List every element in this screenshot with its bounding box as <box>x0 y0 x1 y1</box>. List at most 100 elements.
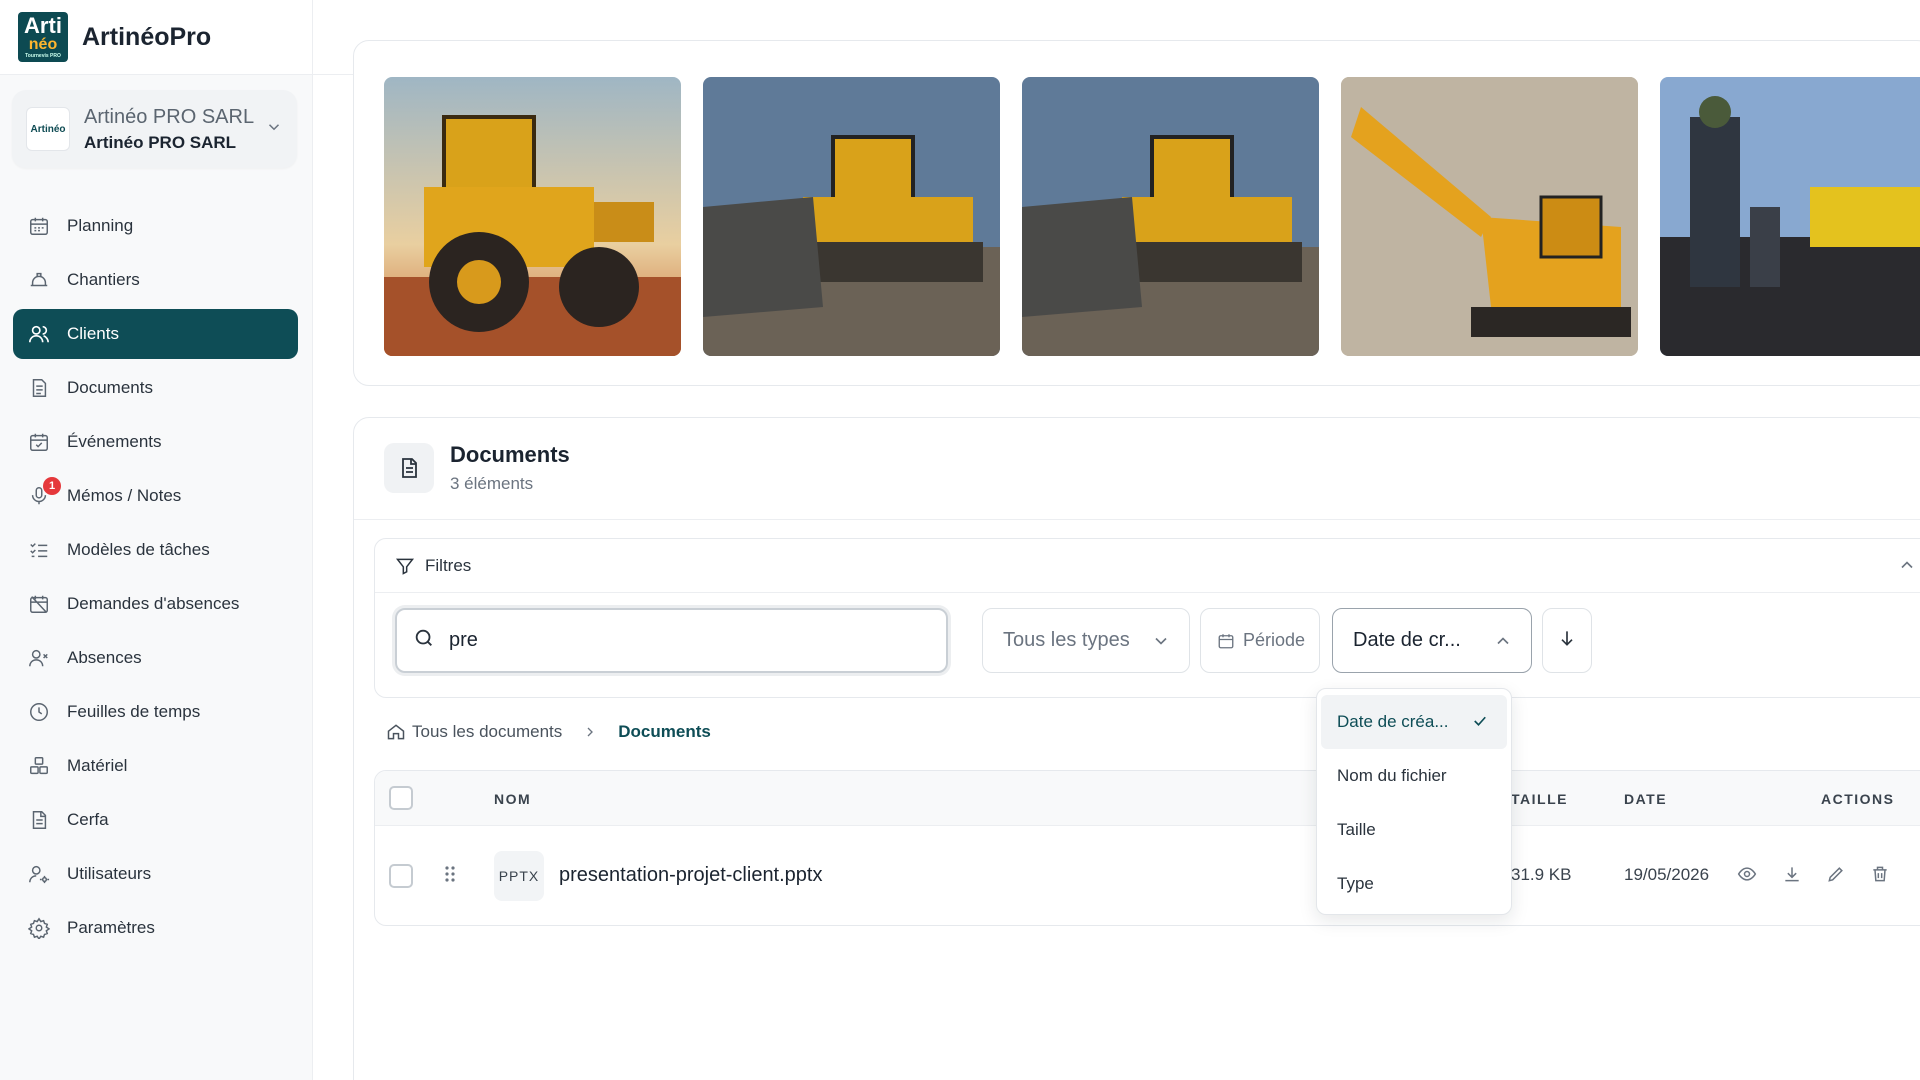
filters-panel: Filtres Tous les types Période Date de c… <box>374 538 1920 698</box>
chevron-up-icon[interactable] <box>1897 555 1917 580</box>
sidebar-item-evenements[interactable]: Événements <box>13 417 298 467</box>
documents-count: 3 éléments <box>450 474 534 493</box>
sort-dropdown-menu: Date de créa... Nom du fichier Taille Ty… <box>1316 688 1512 915</box>
sort-option-label: Nom du fichier <box>1337 766 1447 785</box>
documents-header: Documents 3 éléments <box>384 442 570 494</box>
clock-icon <box>27 700 51 724</box>
sidebar-item-utilisateurs[interactable]: Utilisateurs <box>13 849 298 899</box>
table-row[interactable]: PPTX presentation-projet-client.pptx 31.… <box>375 826 1920 925</box>
brand-header: Arti néo Tournevis PRO ArtinéoPro <box>0 0 312 75</box>
document-icon <box>384 443 434 493</box>
organization-logo: Artinéo <box>26 107 70 151</box>
organization-switcher[interactable]: Artinéo Artinéo PRO SARL Artinéo PRO SAR… <box>12 90 297 168</box>
organization-subname: Artinéo PRO SARL <box>84 132 237 152</box>
sort-select-value: Date de cr... <box>1353 629 1461 651</box>
gear-icon <box>27 916 51 940</box>
column-header-name[interactable]: NOM <box>494 791 531 807</box>
search-field[interactable] <box>395 608 948 673</box>
breadcrumb-root[interactable]: Tous les documents <box>412 722 562 742</box>
sort-option-label: Date de créa... <box>1337 712 1449 731</box>
document-icon <box>27 376 51 400</box>
sidebar: Arti néo Tournevis PRO ArtinéoPro Artiné… <box>0 0 313 1080</box>
column-header-actions: ACTIONS <box>1821 791 1895 807</box>
calendar-check-icon <box>27 430 51 454</box>
sidebar-item-parametres[interactable]: Paramètres <box>13 903 298 953</box>
chevron-up-icon <box>1493 631 1513 657</box>
sort-direction-button[interactable] <box>1542 608 1592 673</box>
file-name[interactable]: presentation-projet-client.pptx <box>559 864 822 887</box>
sort-option-label: Type <box>1337 874 1374 893</box>
column-header-size[interactable]: TAILLE <box>1511 791 1568 807</box>
app-logo[interactable]: Arti néo Tournevis PRO <box>18 12 68 62</box>
search-icon <box>413 627 435 654</box>
pencil-icon[interactable] <box>1824 862 1848 886</box>
sidebar-item-planning[interactable]: Planning <box>13 201 298 251</box>
row-checkbox[interactable] <box>389 864 413 888</box>
filters-label: Filtres <box>425 555 472 575</box>
drag-handle-icon[interactable] <box>443 864 457 884</box>
divider <box>354 519 1920 520</box>
photo-bulldozer-2[interactable] <box>1022 77 1319 356</box>
period-filter-label: Période <box>1243 630 1306 650</box>
hardhat-icon <box>27 268 51 292</box>
sort-option-type[interactable]: Type <box>1317 857 1511 911</box>
organization-name: Artinéo PRO SARL <box>84 105 255 128</box>
chevron-right-icon <box>582 724 598 740</box>
sidebar-item-demandes-absences[interactable]: Demandes d'absences <box>13 579 298 629</box>
sidebar-item-cerfa[interactable]: Cerfa <box>13 795 298 845</box>
file-type-badge: PPTX <box>494 851 544 901</box>
eye-icon[interactable] <box>1735 862 1759 886</box>
sidebar-item-materiel[interactable]: Matériel <box>13 741 298 791</box>
boxes-icon <box>27 754 51 778</box>
sort-select[interactable]: Date de cr... <box>1332 608 1532 673</box>
sidebar-item-feuilles-temps[interactable]: Feuilles de temps <box>13 687 298 737</box>
main-content: Documents 3 éléments Filtres Tous les ty… <box>313 0 1920 1080</box>
documents-table: NOM TAILLE DATE ACTIONS PPTX presentatio… <box>374 770 1920 926</box>
calendar-icon <box>27 214 51 238</box>
type-filter-select[interactable]: Tous les types <box>982 608 1190 673</box>
download-icon[interactable] <box>1780 862 1804 886</box>
breadcrumb: Tous les documents Documents <box>386 722 711 742</box>
column-header-date[interactable]: DATE <box>1624 791 1667 807</box>
sidebar-item-memos[interactable]: 1 Mémos / Notes <box>13 471 298 521</box>
photo-road-workers[interactable] <box>1660 77 1920 356</box>
home-icon <box>386 722 406 742</box>
user-x-icon <box>27 646 51 670</box>
file-date: 19/05/2026 <box>1624 865 1710 884</box>
sidebar-item-clients[interactable]: Clients <box>13 309 298 359</box>
file-text-icon <box>27 808 51 832</box>
sidebar-item-absences[interactable]: Absences <box>13 633 298 683</box>
user-cog-icon <box>27 862 51 886</box>
check-icon <box>1471 712 1489 735</box>
breadcrumb-current: Documents <box>618 722 711 741</box>
trash-icon[interactable] <box>1868 862 1892 886</box>
sort-option-label: Taille <box>1337 820 1376 839</box>
notification-badge: 1 <box>43 477 61 495</box>
chevron-down-icon <box>1151 631 1171 657</box>
sort-option-filename[interactable]: Nom du fichier <box>1317 749 1511 803</box>
type-filter-value: Tous les types <box>1003 629 1130 651</box>
select-all-checkbox[interactable] <box>389 786 413 810</box>
sort-option-date[interactable]: Date de créa... <box>1321 695 1507 749</box>
period-filter-button[interactable]: Période <box>1200 608 1320 673</box>
arrow-down-icon <box>1557 628 1577 653</box>
photo-bulldozer-1[interactable] <box>703 77 1000 356</box>
photo-wheel-loader[interactable] <box>384 77 681 356</box>
app-name: ArtinéoPro <box>82 22 212 51</box>
calendar-off-icon <box>27 592 51 616</box>
photo-gallery <box>353 40 1920 386</box>
checklist-icon <box>27 538 51 562</box>
search-input[interactable] <box>449 629 849 652</box>
filters-header[interactable]: Filtres <box>375 539 1920 593</box>
sidebar-item-documents[interactable]: Documents <box>13 363 298 413</box>
documents-title: Documents <box>450 442 570 467</box>
photo-excavator[interactable] <box>1341 77 1638 356</box>
filter-icon <box>395 556 415 576</box>
sort-option-size[interactable]: Taille <box>1317 803 1511 857</box>
sidebar-item-modeles-taches[interactable]: Modèles de tâches <box>13 525 298 575</box>
chevron-down-icon <box>268 124 280 131</box>
documents-panel: Documents 3 éléments Filtres Tous les ty… <box>353 417 1920 1080</box>
table-header: NOM TAILLE DATE ACTIONS <box>375 771 1920 826</box>
sidebar-item-chantiers[interactable]: Chantiers <box>13 255 298 305</box>
users-icon <box>27 322 51 346</box>
